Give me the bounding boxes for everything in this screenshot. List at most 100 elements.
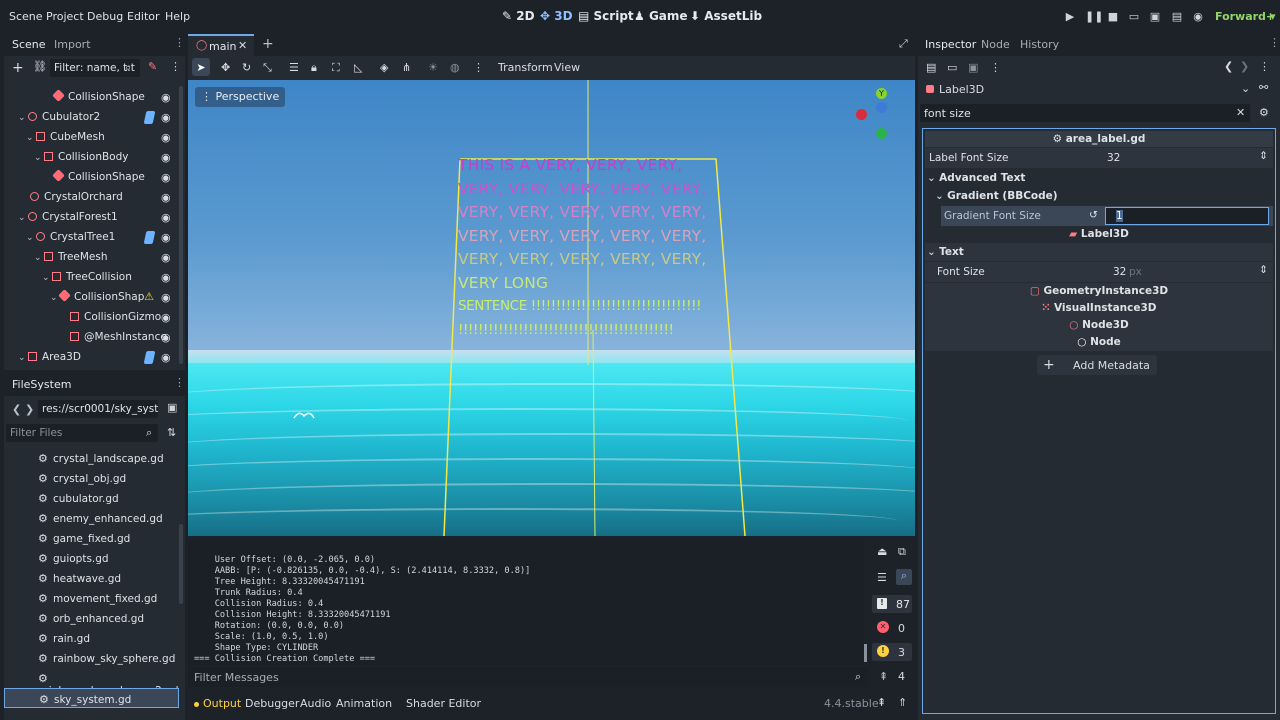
- workspace-script-button[interactable]: ▤ Script: [578, 9, 634, 23]
- scene-options-icon[interactable]: ✎: [148, 61, 157, 72]
- movie-maker-icon[interactable]: ◉: [1191, 10, 1205, 24]
- tab-animation[interactable]: Animation: [336, 697, 392, 710]
- group-icon[interactable]: ⛶: [332, 61, 340, 75]
- other-count-toggle[interactable]: ⇞ 4: [872, 667, 912, 685]
- visibility-eye-icon[interactable]: ◉: [161, 251, 174, 264]
- tree-item[interactable]: ⌄ CollisionBody ◉: [4, 148, 180, 168]
- sort-icon[interactable]: ⇅: [167, 426, 176, 439]
- visibility-eye-icon[interactable]: ◉: [161, 211, 174, 224]
- tree-item[interactable]: ⌄ CubeMesh ◉: [4, 128, 180, 148]
- list-select-icon[interactable]: ☰: [289, 61, 299, 74]
- snap-icon[interactable]: ⋔: [402, 61, 411, 74]
- property-search-input[interactable]: font size ✕: [920, 104, 1250, 122]
- tree-item[interactable]: CrystalOrchard ◉: [4, 188, 180, 208]
- orientation-gizmo[interactable]: Y: [852, 88, 904, 140]
- tab-inspector[interactable]: Inspector: [925, 38, 976, 51]
- spinner-icon[interactable]: ⇕: [1259, 150, 1268, 162]
- remote-debug-icon[interactable]: ▭: [1127, 10, 1141, 24]
- more-icon[interactable]: ⋮: [473, 61, 484, 74]
- visibility-eye-icon[interactable]: ◉: [161, 271, 174, 284]
- renderer-dropdown-icon[interactable]: ▾: [1270, 10, 1276, 23]
- sun-icon[interactable]: ☀: [428, 61, 438, 74]
- menu-scene[interactable]: Scene: [9, 10, 43, 23]
- link-icon[interactable]: ⛓: [33, 61, 47, 72]
- workspace-3d-button[interactable]: ✥ 3D: [540, 9, 573, 23]
- node-selector[interactable]: Label3D ⌄: [922, 80, 1254, 98]
- filter-toggle-icon[interactable]: ☰: [877, 571, 887, 584]
- resource-menu-icon[interactable]: ⋮: [990, 61, 1001, 74]
- visibility-eye-icon[interactable]: ◉: [161, 131, 174, 144]
- visibility-eye-icon[interactable]: ◉: [161, 91, 174, 104]
- back-icon[interactable]: ❮: [12, 403, 21, 416]
- tab-history[interactable]: History: [1020, 38, 1059, 51]
- file-item[interactable]: ⚙ guiopts.gd: [4, 548, 179, 568]
- file-item[interactable]: ⚙ crystal_obj.gd: [4, 468, 179, 488]
- clear-search-icon[interactable]: ✕: [1236, 106, 1245, 119]
- tab-node[interactable]: Node: [981, 38, 1010, 51]
- file-item[interactable]: ⚙ game_fixed.gd: [4, 528, 179, 548]
- tree-item[interactable]: ⌄ CrystalTree1 ◉: [4, 228, 180, 248]
- visibility-eye-icon[interactable]: ◉: [161, 191, 174, 204]
- play-icon[interactable]: ▶: [1063, 10, 1077, 24]
- perspective-menu[interactable]: ⋮ Perspective: [195, 87, 286, 107]
- filter-messages-input[interactable]: Filter Messages ⌕: [188, 667, 868, 687]
- file-item[interactable]: ⚙rainbow_sky_sphere_v2.gd: [4, 668, 179, 697]
- y-axis-gizmo[interactable]: Y: [876, 88, 887, 99]
- output-scrollbar[interactable]: [864, 644, 867, 662]
- visibility-eye-icon[interactable]: ◉: [161, 291, 174, 304]
- new-resource-icon[interactable]: ▤: [926, 61, 936, 74]
- rotate-tool-icon[interactable]: ↻: [242, 61, 251, 74]
- tab-main[interactable]: ◯ main ✕: [188, 34, 254, 56]
- environment-icon[interactable]: ◍: [450, 61, 460, 74]
- file-list-scrollbar[interactable]: [179, 524, 183, 604]
- expand-panel-icon[interactable]: ⇑: [898, 696, 907, 709]
- view-menu[interactable]: View: [554, 61, 580, 74]
- tree-item[interactable]: ⌄ CollisionShap ⚠ ◉: [4, 288, 180, 308]
- workspace-2d-button[interactable]: ✎ 2D: [502, 9, 535, 23]
- collapse-arrow-icon[interactable]: ⌄: [26, 133, 36, 143]
- node-docs-icon[interactable]: ⚯: [1259, 81, 1268, 94]
- tab-audio[interactable]: Audio: [300, 697, 331, 710]
- warning-count-toggle[interactable]: ! 3: [872, 643, 912, 661]
- section-advanced-text[interactable]: ⌄ Advanced Text: [925, 169, 1273, 187]
- filter-files-input[interactable]: Filter Files: [6, 424, 158, 442]
- add-node-icon[interactable]: +: [12, 61, 24, 75]
- add-metadata-button[interactable]: + Add Metadata: [1037, 355, 1157, 375]
- label-font-size-value[interactable]: 32: [1107, 152, 1120, 164]
- pause-icon[interactable]: ❚❚: [1085, 10, 1103, 24]
- inspector-settings-icon[interactable]: ⚙: [1259, 106, 1269, 119]
- 3d-viewport[interactable]: THIS IS A VERY, VERY, VERY, VERY, VERY, …: [188, 80, 915, 536]
- tree-item[interactable]: ⌄ Area3D ◉: [4, 348, 180, 368]
- menu-debug[interactable]: Debug: [87, 10, 123, 23]
- revert-icon[interactable]: ↺: [1089, 209, 1098, 221]
- collapse-arrow-icon[interactable]: ⌄: [18, 113, 28, 123]
- section-text[interactable]: ⌄ Text: [925, 243, 1273, 261]
- scene-menu-icon[interactable]: ⋮: [170, 61, 181, 72]
- tree-item[interactable]: CollisionShape ◉: [4, 88, 180, 108]
- workspace-assetlib-button[interactable]: ⬇ AssetLib: [690, 9, 762, 23]
- file-item[interactable]: ⚙ movement_fixed.gd: [4, 588, 179, 608]
- menu-help[interactable]: Help: [165, 10, 190, 23]
- visibility-eye-icon[interactable]: ◉: [161, 111, 174, 124]
- save-resource-icon[interactable]: ▣: [968, 61, 978, 74]
- collapse-arrow-icon[interactable]: ⌄: [18, 213, 28, 223]
- workspace-game-button[interactable]: ♟ Game: [634, 9, 688, 23]
- transform-menu[interactable]: Transform: [498, 61, 553, 74]
- output-log[interactable]: User Offset: (0.0, -2.065, 0.0) AABB: [P…: [188, 540, 867, 665]
- close-icon[interactable]: ✕: [238, 39, 247, 52]
- file-item[interactable]: ⚙ heatwave.gd: [4, 568, 179, 588]
- tab-filesystem[interactable]: FileSystem: [12, 378, 71, 391]
- path-field[interactable]: res://scr0001/sky_system.: [38, 400, 158, 418]
- play-custom-scene-icon[interactable]: ▤: [1170, 10, 1184, 24]
- clear-output-icon[interactable]: ⏏: [877, 545, 887, 558]
- collapse-arrow-icon[interactable]: ⌄: [34, 253, 44, 263]
- file-item[interactable]: ⚙ orb_enhanced.gd: [4, 608, 179, 628]
- menu-editor[interactable]: Editor: [127, 10, 160, 23]
- file-item[interactable]: ⚙ rainbow_sky_sphere.gd: [4, 648, 179, 668]
- play-scene-icon[interactable]: ▣: [1148, 10, 1162, 24]
- pin-panel-icon[interactable]: ⇞: [877, 696, 886, 709]
- tab-output[interactable]: Output: [203, 697, 241, 710]
- tree-item[interactable]: ⌄ TreeMesh ◉: [4, 248, 180, 268]
- file-item[interactable]: ⚙ crystal_landscape.gd: [4, 448, 179, 468]
- history-forward-icon[interactable]: ❯: [1240, 60, 1249, 73]
